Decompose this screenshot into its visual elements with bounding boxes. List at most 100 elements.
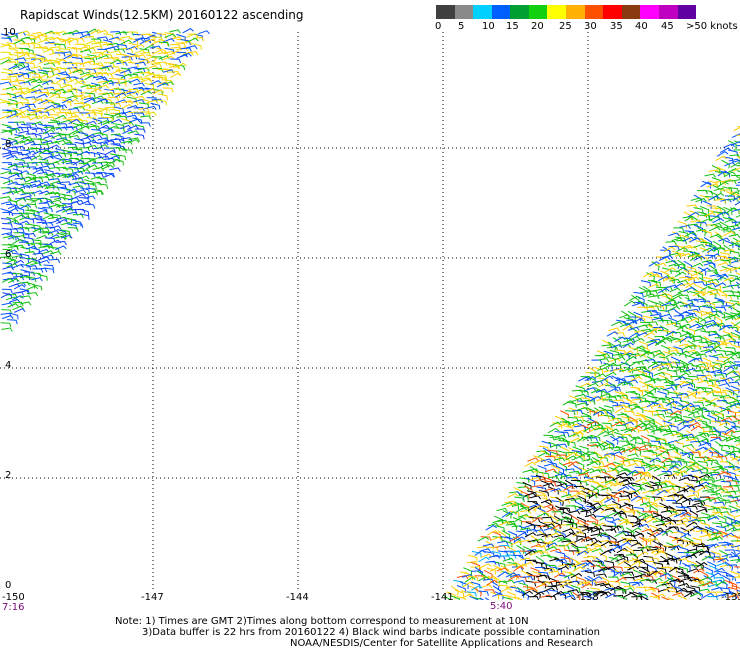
wind-barb xyxy=(586,461,599,467)
wind-barb xyxy=(38,259,50,264)
wind-barb xyxy=(92,111,103,118)
wind-barb xyxy=(500,587,512,593)
wind-barb xyxy=(464,576,476,583)
wind-barb xyxy=(576,402,588,407)
wind-barb xyxy=(590,444,603,450)
wind-barb xyxy=(560,410,569,419)
wind-barb xyxy=(611,465,624,471)
wind-barb xyxy=(25,276,37,283)
wind-barb xyxy=(92,162,104,167)
wind-barb xyxy=(606,331,619,337)
wind-barb xyxy=(689,405,702,410)
wind-barb xyxy=(31,84,43,90)
wind-barb xyxy=(67,197,80,202)
wind-barb xyxy=(683,286,696,292)
lat-label-8: 8 xyxy=(5,139,12,150)
wind-barb xyxy=(710,492,722,498)
wind-barb xyxy=(484,597,490,600)
wind-barb xyxy=(1,327,13,332)
wind-barb xyxy=(169,29,181,34)
wind-barb xyxy=(691,469,703,475)
lat-label-10: 10 xyxy=(3,27,16,38)
wind-barb xyxy=(530,567,540,575)
wind-barb xyxy=(697,460,709,467)
wind-barb xyxy=(6,203,17,209)
wind-barb xyxy=(193,33,204,41)
wind-barb xyxy=(735,514,740,518)
wind-barb xyxy=(49,258,61,264)
wind-barb xyxy=(721,389,733,396)
wind-barb xyxy=(691,357,703,362)
wind-barb xyxy=(43,70,55,76)
wind-barb xyxy=(198,30,210,35)
wind-barb xyxy=(715,155,727,161)
wind-barb xyxy=(102,173,115,178)
wind-barb xyxy=(735,540,740,543)
wind-barb xyxy=(681,345,693,351)
wind-barb xyxy=(133,99,145,104)
wind-barb xyxy=(12,238,24,245)
wind-barb xyxy=(84,195,96,200)
wind-barb xyxy=(718,520,729,528)
wind-barb xyxy=(692,339,704,344)
wind-barb xyxy=(145,105,157,110)
lon-label-135: -135 xyxy=(721,592,740,603)
wind-barb xyxy=(7,228,19,233)
wind-barb xyxy=(708,333,720,338)
wind-barb xyxy=(711,587,723,592)
wind-barb xyxy=(686,521,698,528)
wind-barb xyxy=(48,73,61,79)
wind-barb xyxy=(162,87,174,93)
wind-barb xyxy=(608,327,620,332)
wind-barb xyxy=(603,433,615,438)
wind-barb xyxy=(605,371,617,378)
wind-barb xyxy=(535,545,547,551)
wind-barb xyxy=(709,437,722,442)
wind-barb xyxy=(657,550,668,558)
wind-barb xyxy=(19,105,31,110)
wind-barb xyxy=(80,84,93,89)
wind-barb xyxy=(718,382,731,388)
wind-barb xyxy=(568,510,581,515)
wind-barb xyxy=(577,495,587,504)
wind-barb xyxy=(615,577,627,583)
wind-barb xyxy=(507,575,520,581)
wind-barb xyxy=(724,561,734,571)
wind-barb xyxy=(715,580,727,587)
wind-barb xyxy=(36,93,48,99)
wind-barb xyxy=(26,285,39,291)
wind-barb xyxy=(128,118,141,123)
wind-barb xyxy=(536,494,548,499)
wind-barb xyxy=(518,582,529,590)
wind-barb xyxy=(163,38,175,43)
wind-barb xyxy=(708,397,721,403)
wind-barb xyxy=(541,516,553,522)
wind-barb xyxy=(6,61,18,66)
wind-barb xyxy=(587,437,599,442)
wind-barb xyxy=(617,486,630,492)
wind-barb xyxy=(19,43,31,48)
wind-barb xyxy=(611,321,623,327)
wind-barb xyxy=(632,532,645,538)
wind-barb xyxy=(180,47,192,52)
time-label-right: 5:40 xyxy=(490,601,513,612)
wind-barb xyxy=(496,507,508,512)
wind-barb xyxy=(729,250,740,257)
wind-barb xyxy=(712,217,725,224)
wind-barb xyxy=(20,295,32,300)
wind-barb xyxy=(717,262,729,267)
wind-barb xyxy=(577,480,588,486)
wind-barb xyxy=(584,387,597,392)
wind-barb xyxy=(564,554,574,564)
wind-barb xyxy=(635,586,647,592)
wind-barb xyxy=(2,222,13,228)
wind-barb xyxy=(32,252,44,258)
wind-barb xyxy=(733,490,740,493)
wind-barb xyxy=(698,341,710,347)
wind-barb xyxy=(32,268,44,273)
wind-barb xyxy=(612,475,624,482)
wind-barb xyxy=(97,84,109,89)
wind-barb xyxy=(90,134,103,139)
wind-barb xyxy=(182,28,194,34)
wind-barb xyxy=(623,522,634,528)
